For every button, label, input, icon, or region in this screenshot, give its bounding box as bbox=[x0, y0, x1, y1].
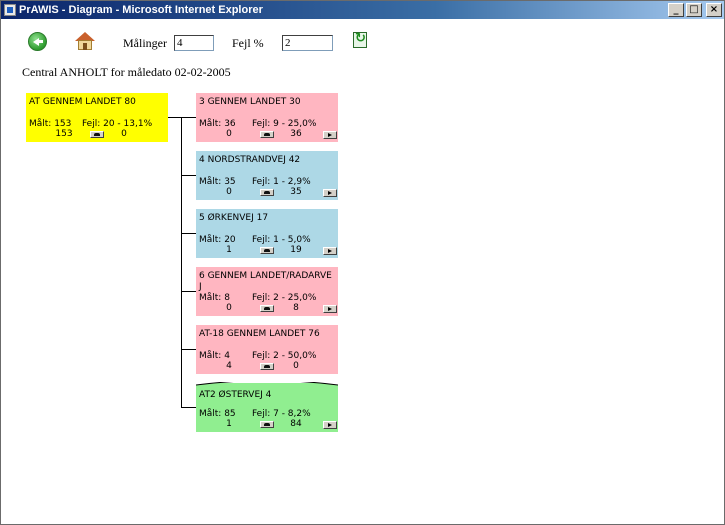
node-value-1: 1 bbox=[226, 419, 232, 429]
station-node[interactable]: AT2 ØSTERVEJ 4 Målt: 85 Fejl: 7 - 8,2% 1 84 bbox=[196, 382, 338, 432]
phone-icon[interactable] bbox=[260, 131, 274, 138]
phone-icon[interactable] bbox=[90, 131, 104, 138]
close-button[interactable]: × bbox=[706, 3, 722, 17]
node-value-2: 84 bbox=[290, 419, 302, 429]
station-node[interactable]: 3 GENNEM LANDET 30 Målt: 36 Fejl: 9 - 25,0… bbox=[196, 93, 338, 142]
fejl-label: Fejl % bbox=[232, 36, 264, 50]
node-value-2: 36 bbox=[290, 129, 302, 139]
phone-icon[interactable] bbox=[260, 189, 274, 196]
node-value-1: 4 bbox=[226, 361, 232, 371]
title-bar: PrAWIS - Diagram - Microsoft Internet Ex… bbox=[1, 1, 724, 19]
ie-app-icon bbox=[4, 4, 16, 16]
window-title: PrAWIS - Diagram - Microsoft Internet Ex… bbox=[19, 4, 263, 16]
node-value-2: 19 bbox=[290, 245, 302, 255]
malinger-label: Målinger bbox=[123, 36, 167, 50]
refresh-icon[interactable] bbox=[353, 31, 367, 48]
window-controls: _ □ × bbox=[668, 3, 722, 17]
node-value-1: 153 bbox=[55, 129, 73, 139]
node-value-2: 0 bbox=[293, 361, 299, 371]
node-value-1: 0 bbox=[226, 129, 232, 139]
page-subtitle: Central ANHOLT for måledato 02-02-2005 bbox=[22, 65, 231, 79]
node-value-1: 1 bbox=[226, 245, 232, 255]
connector-branch bbox=[181, 175, 196, 176]
connector-trunk bbox=[181, 117, 182, 408]
station-node[interactable]: AT-18 GENNEM LANDET 76 Målt: 4 Fejl: 2 - 5… bbox=[196, 325, 338, 374]
expand-arrow-button[interactable] bbox=[323, 131, 337, 139]
station-node[interactable]: 5 ØRKENVEJ 17 Målt: 20 Fejl: 1 - 5,0% 1 19 bbox=[196, 209, 338, 258]
phone-icon[interactable] bbox=[260, 363, 274, 370]
node-name: 5 ØRKENVEJ 17 bbox=[199, 213, 269, 223]
expand-arrow-button[interactable] bbox=[323, 189, 337, 197]
maximize-button[interactable]: □ bbox=[686, 3, 702, 17]
malinger-input[interactable] bbox=[174, 35, 214, 51]
node-top-arc bbox=[196, 382, 338, 386]
back-arrow-icon[interactable] bbox=[28, 32, 47, 51]
node-value-1: 0 bbox=[226, 187, 232, 197]
node-name: 6 GENNEM LANDET/RADARVE J bbox=[199, 271, 332, 292]
minimize-button[interactable]: _ bbox=[668, 3, 684, 17]
connector-branch bbox=[181, 407, 196, 408]
connector-root bbox=[168, 117, 196, 118]
connector-branch bbox=[181, 349, 196, 350]
station-node[interactable]: 6 GENNEM LANDET/RADARVE J Målt: 8 Fejl: 2 … bbox=[196, 267, 338, 316]
station-node[interactable]: 4 NORDSTRANDVEJ 42 Målt: 35 Fejl: 1 - 2,9%… bbox=[196, 151, 338, 200]
root-node[interactable]: AT GENNEM LANDET 80 Målt: 153 Fejl: 20 -… bbox=[26, 93, 168, 142]
fejl-input[interactable] bbox=[282, 35, 333, 51]
home-icon[interactable] bbox=[75, 32, 95, 51]
node-name: 4 NORDSTRANDVEJ 42 bbox=[199, 155, 301, 165]
expand-arrow-button[interactable] bbox=[323, 305, 337, 313]
expand-arrow-button[interactable] bbox=[323, 247, 337, 255]
node-name: AT GENNEM LANDET 80 bbox=[29, 97, 136, 107]
phone-icon[interactable] bbox=[260, 305, 274, 312]
connector-branch bbox=[181, 291, 196, 292]
node-name: AT-18 GENNEM LANDET 76 bbox=[199, 329, 320, 339]
phone-icon[interactable] bbox=[260, 247, 274, 254]
node-value-1: 0 bbox=[226, 303, 232, 313]
expand-arrow-button[interactable] bbox=[323, 421, 337, 429]
connector-branch bbox=[181, 233, 196, 234]
node-name: 3 GENNEM LANDET 30 bbox=[199, 97, 301, 107]
node-value-2: 8 bbox=[293, 303, 299, 313]
phone-icon[interactable] bbox=[260, 421, 274, 428]
node-value-2: 0 bbox=[121, 129, 127, 139]
node-value-2: 35 bbox=[290, 187, 302, 197]
browser-window: PrAWIS - Diagram - Microsoft Internet Ex… bbox=[0, 0, 725, 525]
